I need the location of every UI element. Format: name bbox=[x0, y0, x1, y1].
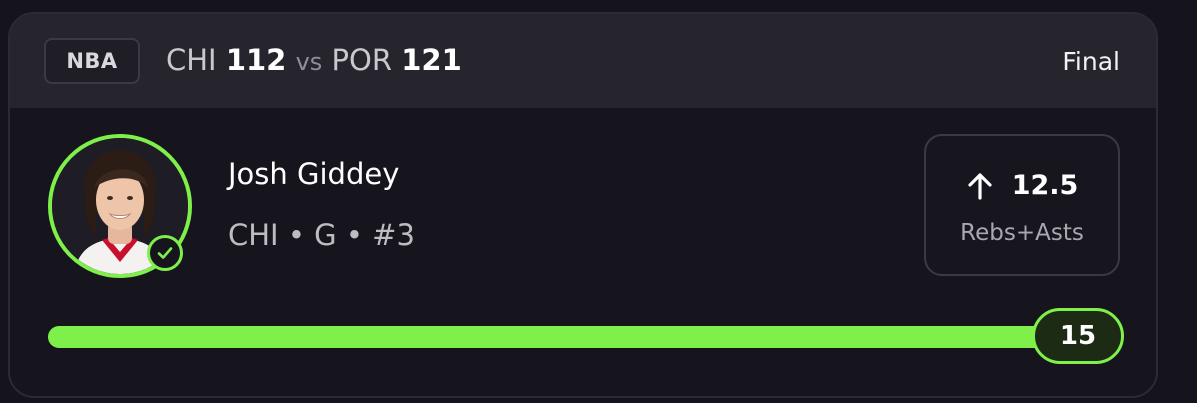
result-value-pill: 15 bbox=[1032, 308, 1124, 364]
arrow-up-icon bbox=[968, 172, 992, 200]
vs-label: vs bbox=[295, 48, 323, 76]
progress-bar bbox=[48, 326, 1108, 348]
line-value: 12.5 bbox=[1011, 170, 1079, 201]
game-header: NBA CHI 112 vs POR 121 Final bbox=[10, 14, 1156, 108]
league-badge: NBA bbox=[44, 38, 140, 84]
game-status: Final bbox=[1062, 47, 1120, 76]
home-team: POR bbox=[331, 43, 392, 77]
check-circle-icon bbox=[147, 235, 183, 271]
home-score: 121 bbox=[401, 43, 462, 77]
away-score: 112 bbox=[225, 43, 287, 77]
pick-line-box[interactable]: 12.5 Rebs+Asts bbox=[924, 134, 1120, 276]
pick-line: 12.5 bbox=[926, 170, 1118, 201]
away-team: CHI bbox=[166, 43, 217, 77]
game-score: CHI 112 vs POR 121 bbox=[166, 43, 462, 77]
player-meta: CHI • G • #3 bbox=[228, 218, 415, 252]
progress-fill bbox=[48, 326, 1077, 348]
prop-card[interactable]: NBA CHI 112 vs POR 121 Final Josh Giddey… bbox=[8, 12, 1158, 398]
stat-label: Rebs+Asts bbox=[960, 220, 1084, 246]
player-name: Josh Giddey bbox=[228, 157, 400, 191]
